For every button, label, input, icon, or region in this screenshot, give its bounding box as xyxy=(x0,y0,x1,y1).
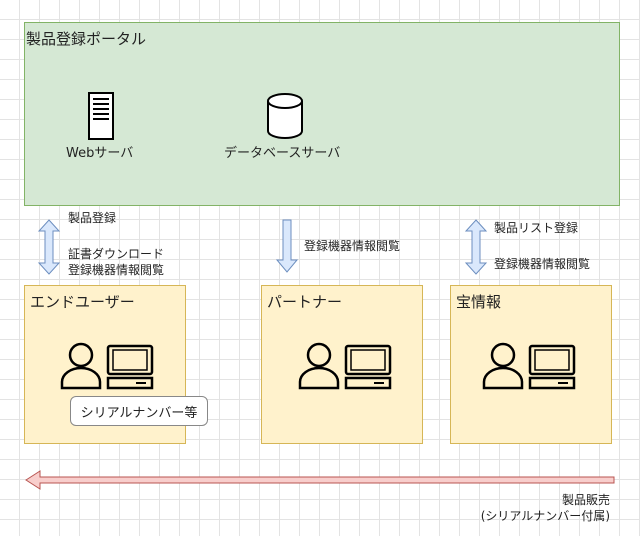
partner-down-arrow xyxy=(275,219,299,273)
flow-label-product-list-registration: 製品リスト登録 xyxy=(494,221,579,235)
end-user-title: エンドユーザー xyxy=(30,293,135,311)
computer-icon xyxy=(528,344,576,390)
database-icon xyxy=(267,93,303,139)
treasure-info-title: 宝情報 xyxy=(456,293,502,311)
computer-icon xyxy=(344,344,392,390)
flow-label-certificate-download: 証書ダウンロード xyxy=(68,247,165,261)
user-icon xyxy=(482,342,524,390)
treasure-bidirectional-arrow xyxy=(464,219,488,275)
database-server-label: データベースサーバ xyxy=(224,146,341,161)
serial-number-tag: シリアルナンバー等 xyxy=(70,396,208,426)
sales-label-line-1: 製品販売 xyxy=(561,493,610,507)
product-sales-arrow xyxy=(25,470,615,490)
flow-label-partner-device-view: 登録機器情報閲覧 xyxy=(304,239,401,253)
end-user-bidirectional-arrow xyxy=(37,219,61,275)
user-icon xyxy=(298,342,340,390)
portal-title: 製品登録ポータル xyxy=(26,30,147,48)
flow-label-product-registration: 製品登録 xyxy=(68,211,117,225)
sales-label-line-2: (シリアルナンバー付属) xyxy=(480,509,610,523)
flow-label-registered-device-view: 登録機器情報閲覧 xyxy=(68,263,165,277)
computer-icon xyxy=(106,344,154,390)
partner-title: パートナー xyxy=(267,293,343,311)
web-server-label: Webサーバ xyxy=(66,146,134,161)
web-server-icon xyxy=(88,92,114,140)
user-icon xyxy=(60,342,102,390)
flow-label-treasure-device-view: 登録機器情報閲覧 xyxy=(494,257,591,271)
